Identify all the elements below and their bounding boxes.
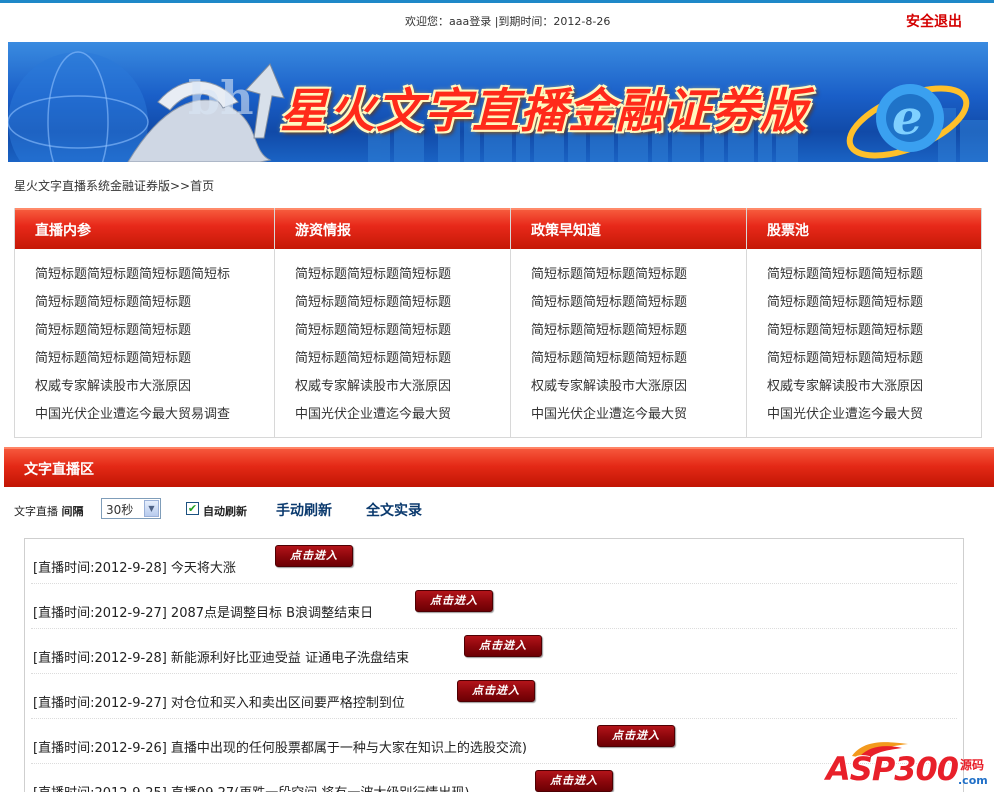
column-policy: 政策早知道 简短标题简短标题简短标题 简短标题简短标题简短标题 简短标题简短标题…: [511, 208, 747, 437]
live-entry: [直播时间:2012-9-26] 直播中出现的任何股票都属于一种与大家在知识上的…: [31, 719, 957, 764]
manual-refresh-button[interactable]: 手动刷新: [276, 500, 332, 520]
auto-refresh-label: 自动刷新: [203, 505, 247, 518]
live-entry-text[interactable]: [直播时间:2012-9-28] 新能源利好比亚迪受益 证通电子洗盘结束: [33, 647, 409, 666]
svg-text:bh: bh: [188, 71, 254, 125]
enter-button[interactable]: 点击进入: [275, 545, 353, 567]
column-list: 简短标题简短标题简短标题 简短标题简短标题简短标题 简短标题简短标题简短标题 简…: [275, 249, 510, 429]
watermark-domain: .com: [958, 774, 988, 787]
list-item[interactable]: 简短标题简短标题简短标题: [295, 345, 510, 373]
enter-button[interactable]: 点击进入: [415, 590, 493, 612]
svg-text:e: e: [892, 90, 923, 146]
auto-refresh-checkbox[interactable]: ✔: [186, 502, 199, 515]
live-section-title: 文字直播区: [24, 462, 94, 478]
list-item[interactable]: 简短标题简短标题简短标题: [295, 289, 510, 317]
list-item[interactable]: 简短标题简短标题简短标题: [531, 289, 746, 317]
live-label-prefix: 文字直播: [14, 505, 58, 518]
list-item[interactable]: 中国光伏企业遭迄今最大贸: [295, 401, 510, 429]
live-entry-text[interactable]: [直播时间:2012-9-27] 2087点是调整目标 B浪调整结束日: [33, 602, 373, 621]
logout-link[interactable]: 安全退出: [906, 11, 962, 31]
list-item[interactable]: 权威专家解读股市大涨原因: [767, 373, 981, 401]
list-item[interactable]: 中国光伏企业遭迄今最大贸: [531, 401, 746, 429]
column-list: 简短标题简短标题简短标题 简短标题简短标题简短标题 简短标题简短标题简短标题 简…: [511, 249, 746, 429]
info-columns: 直播内参 简短标题简短标题简短标题简短标 简短标题简短标题简短标题 简短标题简短…: [14, 208, 982, 438]
column-list: 简短标题简短标题简短标题简短标 简短标题简短标题简短标题 简短标题简短标题简短标…: [15, 249, 274, 429]
list-item[interactable]: 简短标题简短标题简短标题: [35, 345, 274, 373]
list-item[interactable]: 简短标题简短标题简短标题简短标: [35, 261, 274, 289]
live-entry-text[interactable]: [直播时间:2012-9-25] 直播09.27(再跌一段空间 将有一波大级别行…: [33, 782, 469, 792]
live-entry-text[interactable]: [直播时间:2012-9-27] 对仓位和买入和卖出区间要严格控制到位: [33, 692, 405, 711]
interval-value: 30秒: [106, 503, 134, 517]
list-item[interactable]: 权威专家解读股市大涨原因: [531, 373, 746, 401]
live-entry: [直播时间:2012-9-28] 今天将大涨 点击进入: [31, 539, 957, 584]
column-title: 股票池: [747, 208, 981, 249]
list-item[interactable]: 简短标题简短标题简短标题: [767, 289, 981, 317]
watermark-side: 源码: [960, 758, 985, 772]
column-title: 游资情报: [275, 208, 510, 249]
banner-title: 星火文字直播金融证券版: [280, 84, 808, 139]
interval-label: 文字直播 间隔: [14, 503, 84, 519]
column-title: 直播内参: [15, 208, 274, 249]
list-item[interactable]: 简短标题简短标题简短标题: [295, 317, 510, 345]
list-item[interactable]: 中国光伏企业遭迄今最大贸: [767, 401, 981, 429]
column-title: 政策早知道: [511, 208, 746, 249]
list-item[interactable]: 权威专家解读股市大涨原因: [35, 373, 274, 401]
header-banner: bh e 星火文字直播金融证券版: [8, 42, 988, 162]
list-item[interactable]: 简短标题简短标题简短标题: [531, 317, 746, 345]
welcome-text: 欢迎您：aaa登录 |到期时间：2012-8-26: [405, 15, 611, 28]
live-entry: [直播时间:2012-9-27] 2087点是调整目标 B浪调整结束日 点击进入: [31, 584, 957, 629]
asp300-watermark-logo: ASP300 源码 .com: [820, 738, 990, 792]
live-section-header: 文字直播区: [4, 447, 994, 487]
live-controls: 文字直播 间隔 30秒 ▼ ✔ 自动刷新 手动刷新 全文实录: [14, 498, 614, 522]
column-hot-money: 游资情报 简短标题简短标题简短标题 简短标题简短标题简短标题 简短标题简短标题简…: [275, 208, 511, 437]
list-item[interactable]: 中国光伏企业遭迄今最大贸易调查: [35, 401, 274, 429]
enter-button[interactable]: 点击进入: [457, 680, 535, 702]
column-internal-reference: 直播内参 简短标题简短标题简短标题简短标 简短标题简短标题简短标题 简短标题简短…: [15, 208, 275, 437]
interval-select[interactable]: 30秒 ▼: [101, 498, 161, 519]
live-entry: [直播时间:2012-9-28] 新能源利好比亚迪受益 证通电子洗盘结束 点击进…: [31, 629, 957, 674]
list-item[interactable]: 简短标题简短标题简短标题: [35, 289, 274, 317]
list-item[interactable]: 权威专家解读股市大涨原因: [295, 373, 510, 401]
chevron-down-icon[interactable]: ▼: [144, 500, 159, 517]
list-item[interactable]: 简短标题简短标题简短标题: [531, 345, 746, 373]
interval-label-text: 间隔: [61, 505, 84, 518]
enter-button[interactable]: 点击进入: [535, 770, 613, 792]
column-list: 简短标题简短标题简短标题 简短标题简短标题简短标题 简短标题简短标题简短标题 简…: [747, 249, 981, 429]
list-item[interactable]: 简短标题简短标题简短标题: [531, 261, 746, 289]
column-stock-pool: 股票池 简短标题简短标题简短标题 简短标题简短标题简短标题 简短标题简短标题简短…: [747, 208, 981, 437]
live-entry-text[interactable]: [直播时间:2012-9-28] 今天将大涨: [33, 557, 236, 576]
list-item[interactable]: 简短标题简短标题简短标题: [767, 317, 981, 345]
live-entry-text[interactable]: [直播时间:2012-9-26] 直播中出现的任何股票都属于一种与大家在知识上的…: [33, 737, 527, 756]
enter-button[interactable]: 点击进入: [464, 635, 542, 657]
live-entry: [直播时间:2012-9-27] 对仓位和买入和卖出区间要严格控制到位 点击进入: [31, 674, 957, 719]
watermark-main: ASP300: [826, 750, 959, 788]
enter-button[interactable]: 点击进入: [597, 725, 675, 747]
full-record-button[interactable]: 全文实录: [366, 500, 422, 520]
list-item[interactable]: 简短标题简短标题简短标题: [767, 261, 981, 289]
list-item[interactable]: 简短标题简短标题简短标题: [767, 345, 981, 373]
breadcrumb: 星火文字直播系统金融证券版>>首页: [14, 179, 215, 193]
top-bar: 欢迎您：aaa登录 |到期时间：2012-8-26 安全退出: [0, 3, 994, 37]
list-item[interactable]: 简短标题简短标题简短标题: [35, 317, 274, 345]
live-entry: [直播时间:2012-9-25] 直播09.27(再跌一段空间 将有一波大级别行…: [31, 764, 957, 792]
list-item[interactable]: 简短标题简短标题简短标题: [295, 261, 510, 289]
